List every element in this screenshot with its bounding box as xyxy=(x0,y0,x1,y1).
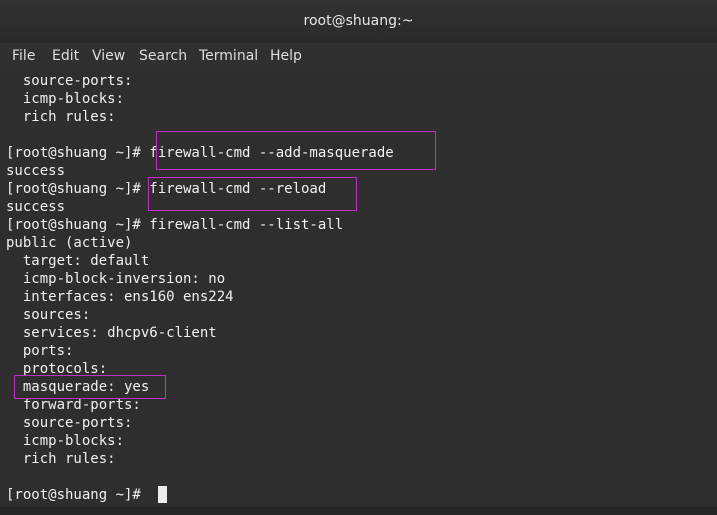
terminal-line: icmp-blocks: xyxy=(6,433,125,449)
terminal-line: sources: xyxy=(6,307,91,323)
terminal-output[interactable]: source-ports: icmp-blocks: rich rules: [… xyxy=(0,71,717,507)
terminal-line: success xyxy=(6,163,66,179)
terminal-line: icmp-block-inversion: no xyxy=(6,271,226,287)
terminal-prompt: [root@shuang ~]# xyxy=(6,487,150,503)
window-bottom-edge xyxy=(0,507,717,515)
menu-view[interactable]: View xyxy=(92,48,125,64)
terminal-window: root@shuang:~ File Edit View Search Term… xyxy=(0,0,717,515)
terminal-line: public (active) xyxy=(6,235,133,251)
terminal-line: target: default xyxy=(6,253,150,269)
title-bar[interactable]: root@shuang:~ xyxy=(0,0,717,44)
terminal-line: icmp-blocks: xyxy=(6,91,125,107)
terminal-line: success xyxy=(6,199,66,215)
terminal-line: masquerade: yes xyxy=(6,379,150,395)
terminal-line: services: dhcpv6-client xyxy=(6,325,217,341)
terminal-line: protocols: xyxy=(6,361,108,377)
menu-help[interactable]: Help xyxy=(270,48,302,64)
menu-terminal[interactable]: Terminal xyxy=(199,48,258,64)
terminal-line: [root@shuang ~]# firewall-cmd --add-masq… xyxy=(6,145,394,161)
terminal-line: forward-ports: xyxy=(6,397,141,413)
menu-search[interactable]: Search xyxy=(139,48,187,64)
terminal-line: source-ports: xyxy=(6,415,133,431)
window-title: root@shuang:~ xyxy=(303,13,414,29)
terminal-line: source-ports: xyxy=(6,73,133,89)
terminal-line: rich rules: xyxy=(6,451,116,467)
terminal-line: [root@shuang ~]# firewall-cmd --list-all xyxy=(6,217,344,233)
menu-bar: File Edit View Search Terminal Help xyxy=(0,43,717,71)
terminal-line: [root@shuang ~]# firewall-cmd --reload xyxy=(6,181,327,197)
menu-edit[interactable]: Edit xyxy=(52,48,79,64)
text-cursor xyxy=(158,486,167,503)
terminal-line: rich rules: xyxy=(6,109,116,125)
menu-file[interactable]: File xyxy=(12,48,35,64)
terminal-line: interfaces: ens160 ens224 xyxy=(6,289,234,305)
terminal-line: ports: xyxy=(6,343,74,359)
